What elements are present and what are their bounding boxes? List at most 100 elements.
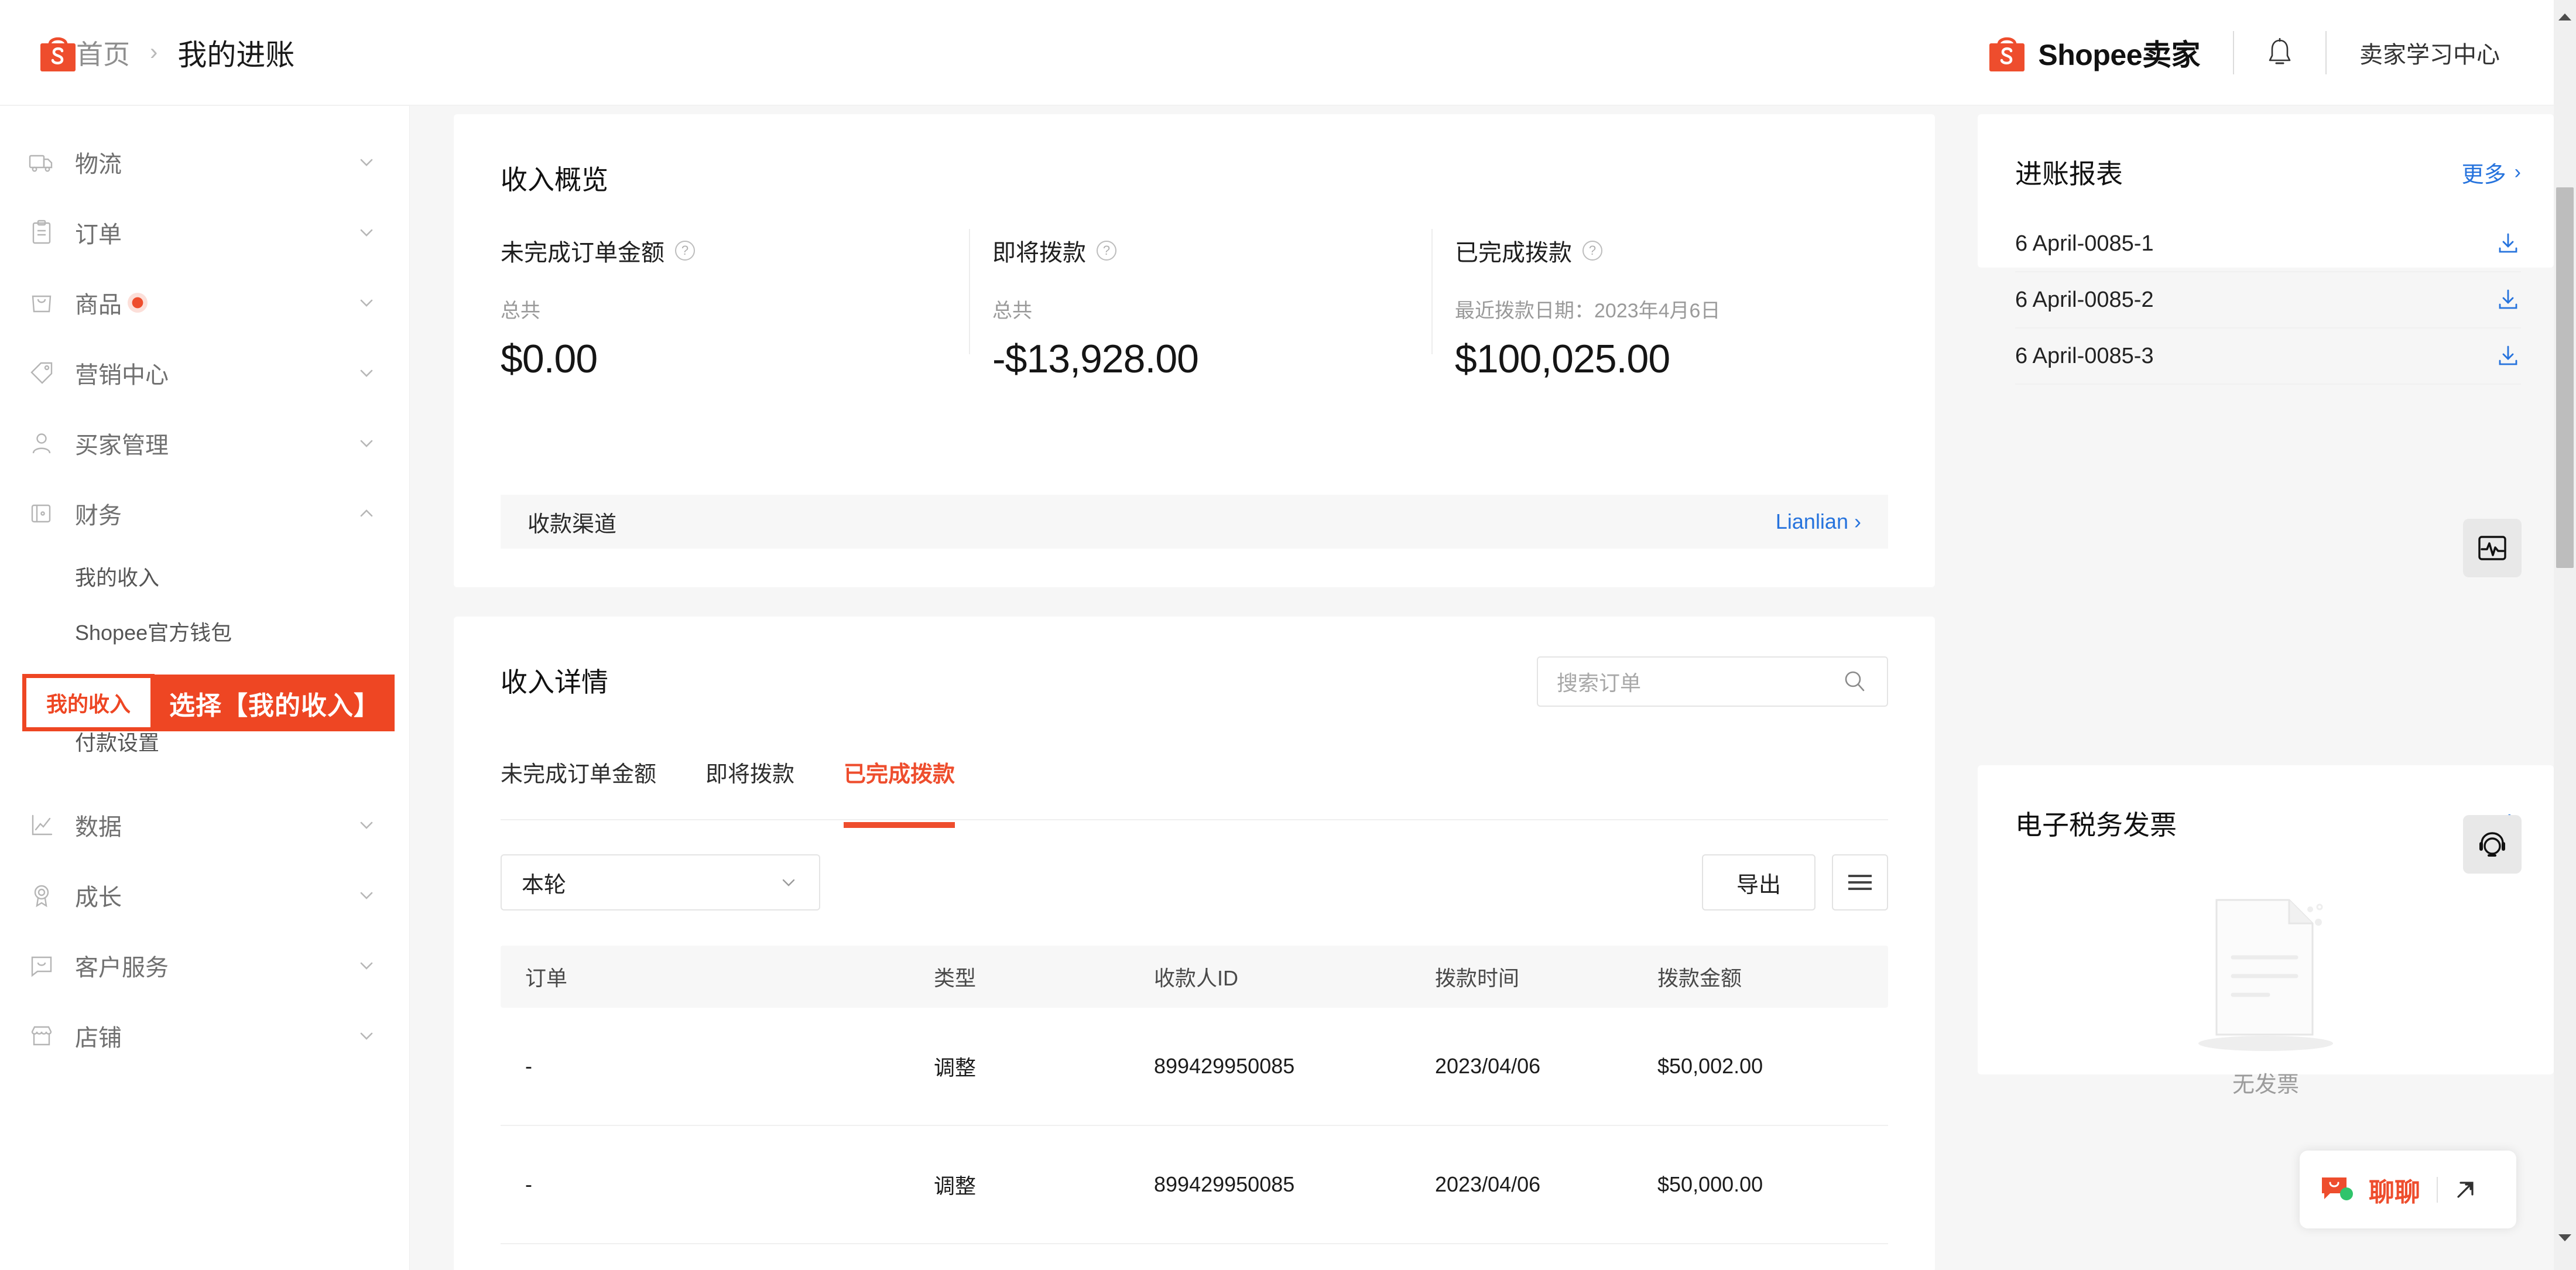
column-header-order: 订单	[525, 966, 568, 990]
annotation-highlight-box: 我的收入	[22, 674, 155, 731]
sidebar-item-label: 订单	[75, 222, 122, 248]
medal-icon	[28, 882, 55, 909]
stat-completed-payout: 已完成拨款 ? 最近拨款日期：2023年4月6日 $100,025.00	[1431, 229, 1900, 382]
column-header-amount: 拨款金额	[1657, 966, 1742, 990]
expand-arrow-icon[interactable]	[2453, 1177, 2478, 1202]
clipboard-icon	[28, 219, 55, 246]
brand-logo[interactable]: Shopee卖家	[1989, 32, 2200, 74]
report-more-label: 更多	[2461, 162, 2506, 187]
vertical-scrollbar[interactable]	[2554, 0, 2576, 1270]
tabs-divider	[501, 819, 1888, 820]
sidebar-item-label: 财务	[75, 503, 122, 529]
sidebar-item-label: 数据	[75, 814, 122, 840]
export-button[interactable]: 导出	[1702, 854, 1815, 910]
pulse-monitor-icon[interactable]	[2463, 519, 2522, 577]
download-icon[interactable]	[2495, 231, 2521, 256]
invoice-empty-text: 无发票	[2232, 1073, 2299, 1097]
help-icon[interactable]: ?	[1097, 241, 1116, 261]
chevron-down-icon	[357, 1026, 376, 1046]
stat-upcoming-payout: 即将拨款 ? 总共 -$13,928.00	[969, 229, 1431, 382]
tab-upcoming-payout[interactable]: 即将拨款	[705, 756, 794, 806]
stat-value: $100,025.00	[1455, 337, 1670, 381]
download-icon[interactable]	[2495, 343, 2521, 369]
search-icon[interactable]	[1841, 668, 1868, 695]
period-select[interactable]: 本轮	[501, 854, 820, 910]
cell-type: 调整	[934, 1056, 977, 1080]
stat-sublabel: 最近拨款日期：2023年4月6日	[1455, 300, 1721, 322]
income-overview-card: 收入概览 未完成订单金额 ? 总共 $0.00 即将拨款 ? 总共 -$13,9…	[454, 114, 1935, 587]
headset-icon[interactable]	[2463, 815, 2522, 874]
list-item[interactable]: 6 April-0085-1	[2015, 216, 2521, 272]
invoice-empty-state: 无发票	[1978, 894, 2554, 1098]
cell-amount: $50,002.00	[1657, 1054, 1763, 1078]
sidebar-item-finance[interactable]: 财务	[0, 478, 409, 549]
list-item[interactable]: 6 April-0085-3	[2015, 328, 2521, 385]
scroll-up-arrow[interactable]	[2554, 6, 2576, 28]
column-header-type: 类型	[934, 966, 977, 990]
stat-label: 已完成拨款	[1455, 240, 1572, 266]
download-icon[interactable]	[2495, 287, 2521, 313]
user-icon	[28, 430, 55, 457]
report-card-header: 进账报表 更多 ›	[1978, 114, 2554, 191]
sidebar-item-marketing[interactable]: 营销中心	[0, 338, 409, 408]
sidebar-item-buyer-management[interactable]: 买家管理	[0, 408, 409, 478]
chat-square-icon	[28, 952, 55, 979]
seller-learning-center-link[interactable]: 卖家学习中心	[2359, 36, 2500, 70]
chevron-up-icon	[357, 504, 376, 523]
income-report-card: 进账报表 更多 › 6 April-0085-1 6 April-0085-2	[1978, 114, 2554, 385]
sidebar-item-data[interactable]: 数据	[0, 790, 409, 860]
search-placeholder: 搜索订单	[1557, 671, 1642, 695]
sidebar-item-label: 客户服务	[75, 955, 169, 981]
report-list: 6 April-0085-1 6 April-0085-2 6 April-00…	[1978, 216, 2554, 385]
chevron-down-icon	[357, 885, 376, 905]
sidebar-item-products[interactable]: 商品	[0, 268, 409, 338]
page-title: 我的进账	[177, 38, 295, 71]
stat-value: -$13,928.00	[992, 337, 1199, 381]
sidebar-item-customer-service[interactable]: 客户服务	[0, 930, 409, 1001]
payment-channel-link[interactable]: Lianlian ›	[1776, 509, 1861, 534]
list-item[interactable]: 6 April-0085-2	[2015, 272, 2521, 328]
report-card-title: 进账报表	[2015, 159, 2123, 189]
bell-icon[interactable]	[2267, 37, 2293, 67]
tab-unfinished-orders[interactable]: 未完成订单金额	[501, 756, 656, 806]
sidebar-item-logistics[interactable]: 物流	[0, 127, 409, 197]
sidebar-subitem-label: 我的收入	[75, 566, 160, 590]
chart-line-icon	[28, 812, 55, 838]
cell-order: -	[525, 1054, 532, 1078]
chevron-down-icon	[778, 872, 799, 893]
breadcrumb-home[interactable]: 首页	[76, 33, 130, 72]
chevron-right-icon: ›	[150, 39, 158, 65]
list-menu-icon[interactable]	[1832, 854, 1888, 910]
tag-icon	[28, 360, 55, 386]
sidebar-item-shop[interactable]: 店铺	[0, 1001, 409, 1071]
chevron-right-icon: ›	[2514, 160, 2521, 183]
search-input[interactable]: 搜索订单	[1537, 656, 1888, 707]
table-row[interactable]: - 调整 899429950085 2023/04/06 $50,002.00	[501, 1008, 1888, 1126]
annotation-target-label: 我的收入	[46, 692, 131, 716]
period-select-value: 本轮	[522, 872, 567, 898]
bag-icon	[28, 289, 55, 316]
sidebar-subitem-my-income[interactable]: 我的收入	[0, 549, 409, 604]
sidebar-item-label: 营销中心	[75, 362, 169, 388]
report-more-link[interactable]: 更多 ›	[2462, 156, 2521, 189]
column-header-payee-id: 收款人ID	[1154, 966, 1239, 990]
shopee-bag-icon	[1989, 33, 2025, 72]
cell-order: -	[525, 1172, 532, 1196]
help-icon[interactable]: ?	[675, 241, 695, 261]
sidebar-item-growth[interactable]: 成长	[0, 860, 409, 930]
table-row[interactable]: - 调整 899429950085 2023/04/06 $50,000.00	[501, 1126, 1888, 1244]
sidebar-subitem-label: Shopee官方钱包	[75, 621, 232, 645]
tab-completed-payout[interactable]: 已完成拨款	[844, 756, 955, 828]
sidebar-item-label: 商品	[75, 292, 122, 318]
scrollbar-thumb[interactable]	[2556, 187, 2574, 568]
chevron-down-icon	[357, 363, 376, 383]
chat-widget[interactable]: 聊聊	[2300, 1151, 2516, 1228]
scroll-down-arrow[interactable]	[2554, 1227, 2576, 1249]
help-icon[interactable]: ?	[1582, 241, 1602, 261]
cell-type: 调整	[934, 1174, 977, 1198]
sidebar-subitem-shopee-wallet[interactable]: Shopee官方钱包	[0, 604, 409, 659]
breadcrumb: 首页 › 我的进账	[0, 32, 294, 74]
sidebar-item-orders[interactable]: 订单	[0, 197, 409, 268]
